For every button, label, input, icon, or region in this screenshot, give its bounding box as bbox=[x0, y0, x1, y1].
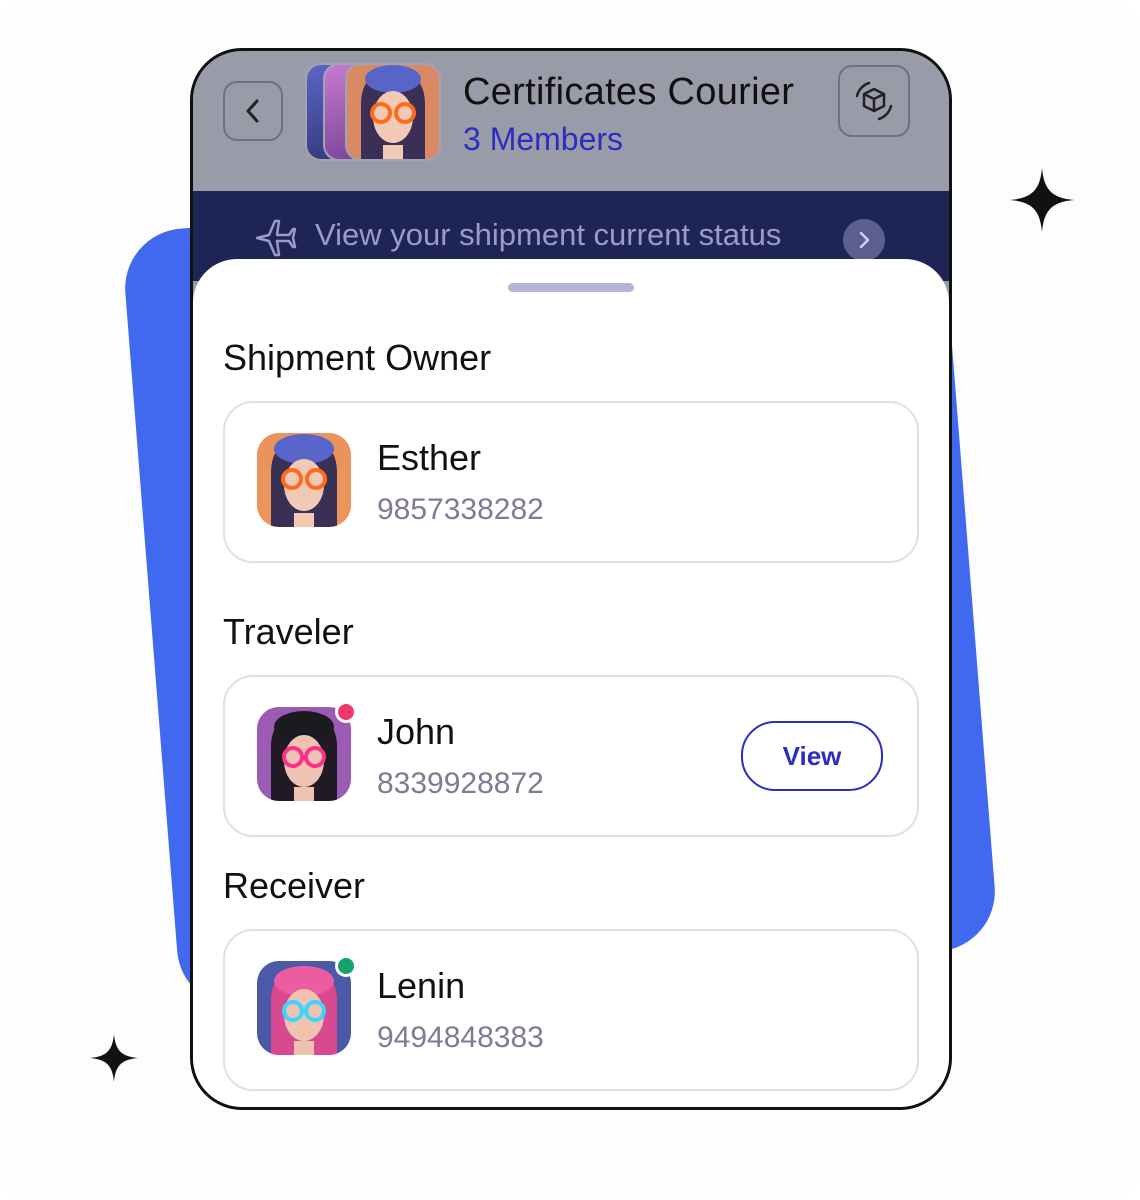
group-avatar-stack[interactable] bbox=[305, 63, 445, 161]
chat-header: Certificates Courier 3 Members bbox=[193, 51, 949, 191]
avatar bbox=[257, 707, 351, 801]
section-title-receiver: Receiver bbox=[223, 865, 366, 906]
traveler-phone: 8339928872 bbox=[377, 767, 544, 800]
avatar-illustration bbox=[257, 707, 351, 801]
avatar-illustration bbox=[347, 65, 439, 159]
avatar bbox=[257, 433, 351, 527]
owner-phone: 9857338282 bbox=[377, 493, 544, 526]
phone-frame: Certificates Courier 3 Members View your… bbox=[190, 48, 952, 1110]
receiver-card[interactable]: Lenin 9494848383 bbox=[223, 929, 919, 1091]
online-status-dot bbox=[335, 955, 357, 977]
chevron-right-icon bbox=[859, 231, 870, 249]
box-sync-button[interactable] bbox=[838, 65, 910, 137]
status-banner-text: View your shipment current status bbox=[315, 217, 782, 252]
airplane-icon bbox=[255, 219, 297, 257]
avatar-illustration bbox=[257, 433, 351, 527]
background-canvas: Certificates Courier 3 Members View your… bbox=[0, 0, 1140, 1200]
online-status-dot bbox=[335, 701, 357, 723]
members-bottom-sheet: Shipment Owner Esther 9857338282 Travele… bbox=[193, 259, 949, 1107]
section-title-traveler: Traveler bbox=[223, 611, 354, 652]
avatar bbox=[345, 63, 441, 161]
avatar bbox=[257, 961, 351, 1055]
receiver-phone: 9494848383 bbox=[377, 1021, 544, 1054]
status-banner-arrow[interactable] bbox=[843, 219, 885, 261]
group-title: Certificates Courier bbox=[463, 71, 795, 113]
sheet-drag-handle[interactable] bbox=[508, 283, 634, 292]
back-button[interactable] bbox=[223, 81, 283, 141]
members-count[interactable]: 3 Members bbox=[463, 121, 623, 158]
sparkle-icon bbox=[1010, 168, 1074, 232]
view-traveler-button[interactable]: View bbox=[741, 721, 883, 791]
receiver-name: Lenin bbox=[377, 965, 466, 1006]
traveler-name: John bbox=[377, 711, 456, 752]
avatar-illustration bbox=[257, 961, 351, 1055]
section-title-owner: Shipment Owner bbox=[223, 337, 492, 378]
owner-card[interactable]: Esther 9857338282 bbox=[223, 401, 919, 563]
sparkle-icon bbox=[90, 1034, 138, 1082]
chevron-left-icon bbox=[246, 99, 259, 123]
owner-name: Esther bbox=[377, 437, 482, 478]
traveler-card[interactable]: John 8339928872 View bbox=[223, 675, 919, 837]
box-sync-icon bbox=[855, 81, 893, 121]
